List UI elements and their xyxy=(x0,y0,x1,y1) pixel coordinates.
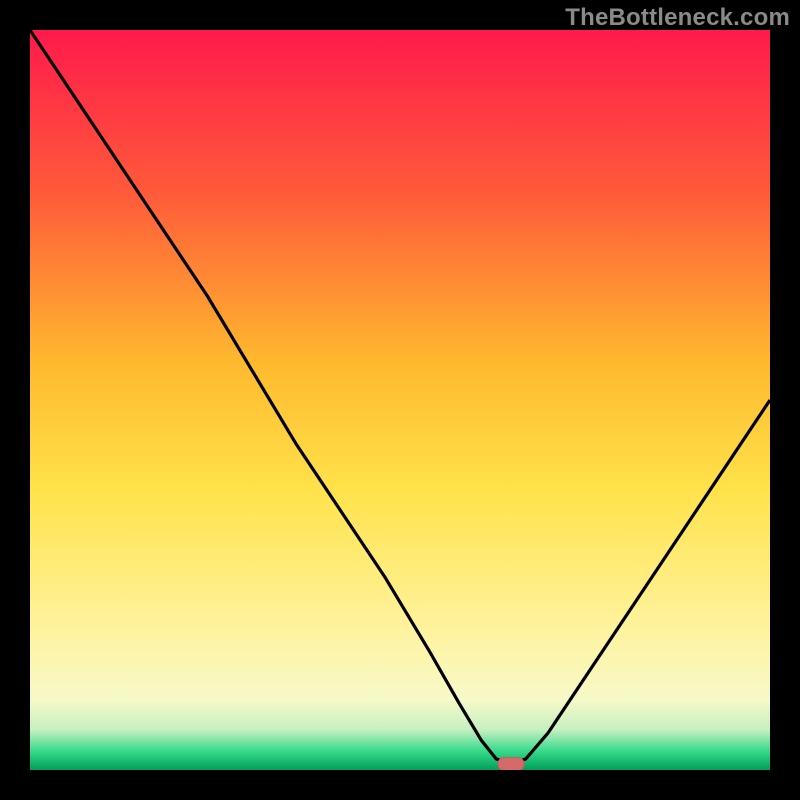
bottleneck-chart xyxy=(30,30,770,770)
optimal-point-marker xyxy=(498,758,524,770)
chart-frame: TheBottleneck.com xyxy=(0,0,800,800)
plot-background xyxy=(30,30,770,770)
watermark-text: TheBottleneck.com xyxy=(565,4,790,32)
